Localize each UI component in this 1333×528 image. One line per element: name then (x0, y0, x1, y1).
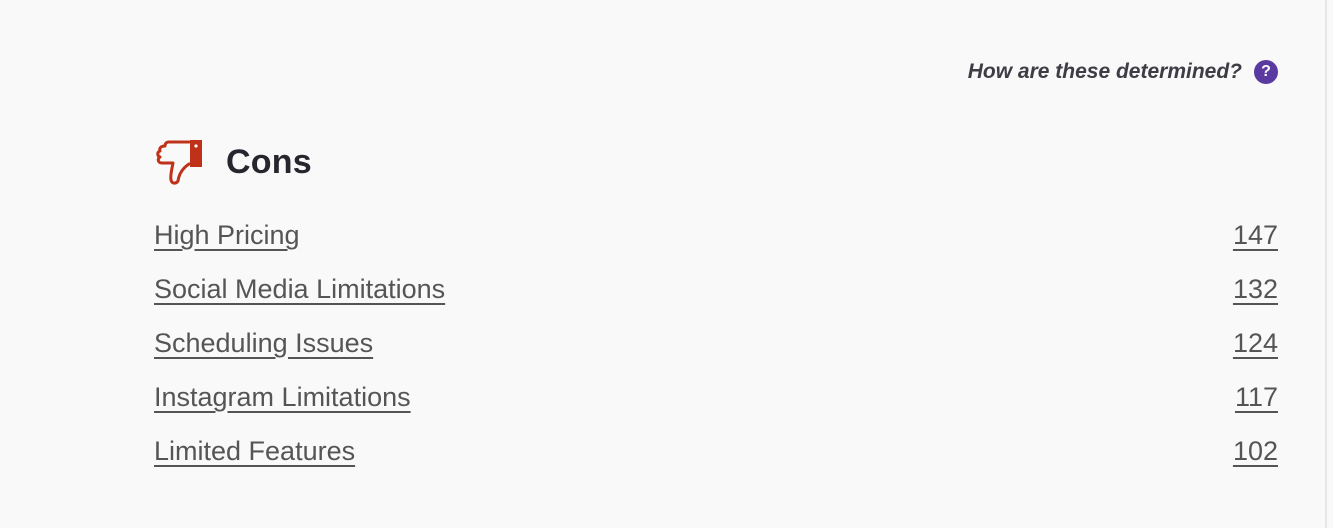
cons-item: High Pricing 147 (154, 220, 1278, 274)
cons-item: Social Media Limitations 132 (154, 274, 1278, 328)
cons-item-label-link[interactable]: Social Media Limitations (154, 274, 445, 305)
thumbs-down-icon (156, 140, 202, 185)
cons-title: Cons (226, 142, 312, 181)
cons-item: Instagram Limitations 117 (154, 382, 1278, 436)
cons-item-count-link[interactable]: 132 (1233, 274, 1278, 305)
cons-item-label-link[interactable]: Limited Features (154, 436, 355, 467)
how-determined-help[interactable]: How are these determined? ? (968, 60, 1278, 84)
how-determined-link[interactable]: How are these determined? (968, 60, 1242, 84)
cons-item-count-link[interactable]: 117 (1235, 382, 1278, 413)
cons-list: High Pricing 147 Social Media Limitation… (154, 220, 1278, 490)
cons-item-count-link[interactable]: 102 (1233, 436, 1278, 467)
panel-edge-divider (1325, 0, 1327, 528)
cons-item-label-link[interactable]: Scheduling Issues (154, 328, 373, 359)
cons-item: Limited Features 102 (154, 436, 1278, 490)
cons-item-label-link[interactable]: Instagram Limitations (154, 382, 411, 413)
cons-item-count-link[interactable]: 147 (1233, 220, 1278, 251)
question-circle-icon[interactable]: ? (1254, 60, 1278, 84)
cons-item: Scheduling Issues 124 (154, 328, 1278, 382)
cons-item-count-link[interactable]: 124 (1233, 328, 1278, 359)
cons-header: Cons (154, 138, 312, 186)
cons-item-label-link[interactable]: High Pricing (154, 220, 300, 251)
